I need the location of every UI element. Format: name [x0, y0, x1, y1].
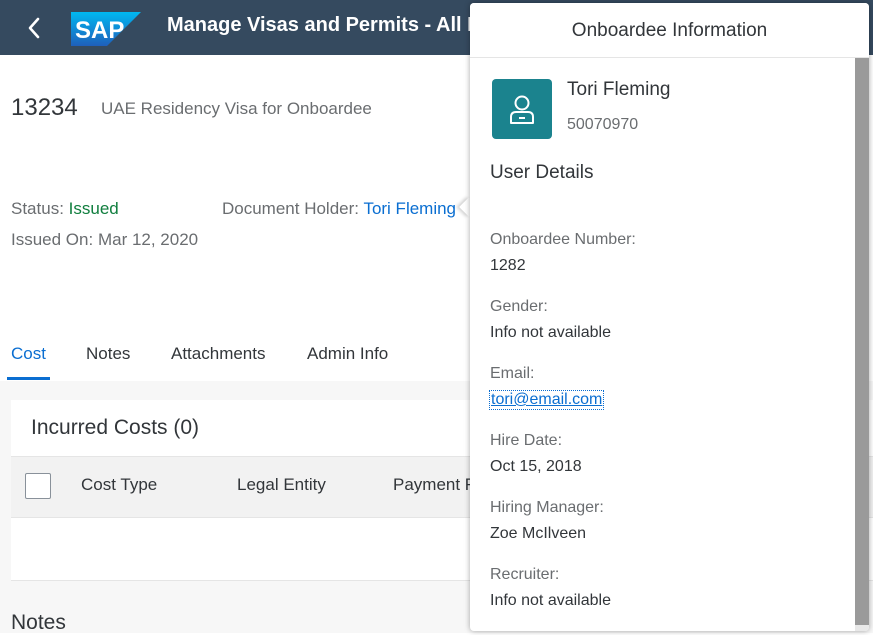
- hire-date-label: Hire Date:: [490, 432, 563, 449]
- notes-heading: Notes: [11, 611, 66, 634]
- popover-scrollbar-thumb[interactable]: [855, 58, 869, 625]
- recruiter-label: Recruiter:: [490, 566, 560, 583]
- person-icon: [510, 95, 534, 124]
- chevron-left-icon: [28, 17, 40, 39]
- hire-date-value: Oct 15, 2018: [490, 458, 582, 475]
- tab-attachments[interactable]: Attachments: [171, 344, 266, 364]
- document-id: 13234: [11, 94, 78, 121]
- onboardee-popover: Onboardee Information Tori Fleming 50070…: [470, 3, 869, 631]
- popover-header: Onboardee Information: [470, 3, 869, 58]
- active-tab-indicator: [7, 377, 50, 380]
- gender-label: Gender:: [490, 298, 548, 315]
- holder-link[interactable]: Tori Fleming: [363, 199, 456, 218]
- tab-cost[interactable]: Cost: [11, 344, 46, 364]
- issued-attribute: Issued On: Mar 12, 2020: [11, 230, 198, 250]
- recruiter-value: Info not available: [490, 592, 611, 609]
- popover-title: Onboardee Information: [571, 20, 768, 41]
- document-title: UAE Residency Visa for Onboardee: [101, 99, 372, 118]
- back-button[interactable]: [18, 12, 50, 44]
- email-link[interactable]: tori@email.com: [488, 390, 605, 410]
- onboardee-number-label: Onboardee Number:: [490, 231, 636, 248]
- tab-admin-info[interactable]: Admin Info: [307, 344, 388, 364]
- holder-attribute: Document Holder: Tori Fleming: [222, 199, 456, 219]
- gender-value: Info not available: [490, 324, 611, 341]
- status-attribute: Status: Issued: [11, 199, 119, 219]
- status-label: Status:: [11, 199, 64, 218]
- user-details-heading: User Details: [490, 162, 594, 183]
- email-label: Email:: [490, 365, 535, 382]
- hiring-manager-label: Hiring Manager:: [490, 499, 604, 516]
- issued-value: Mar 12, 2020: [97, 230, 199, 249]
- select-all-checkbox[interactable]: [25, 473, 51, 499]
- column-cost-type[interactable]: Cost Type: [81, 475, 157, 495]
- column-legal-entity[interactable]: Legal Entity: [237, 475, 326, 495]
- hiring-manager-value: Zoe McIlveen: [490, 525, 587, 542]
- avatar: [492, 79, 552, 139]
- incurred-costs-title: Incurred Costs (0): [31, 416, 200, 439]
- sap-logo[interactable]: SAP: [71, 12, 141, 46]
- onboardee-name: Tori Fleming: [567, 79, 671, 100]
- onboardee-number-value: 1282: [490, 257, 526, 274]
- tab-notes[interactable]: Notes: [86, 344, 130, 364]
- holder-label: Document Holder:: [222, 199, 360, 218]
- status-value: Issued: [68, 199, 119, 218]
- issued-label: Issued On:: [11, 230, 94, 249]
- sap-logo-text: SAP: [75, 17, 124, 44]
- onboardee-user-id: 50070970: [567, 116, 639, 133]
